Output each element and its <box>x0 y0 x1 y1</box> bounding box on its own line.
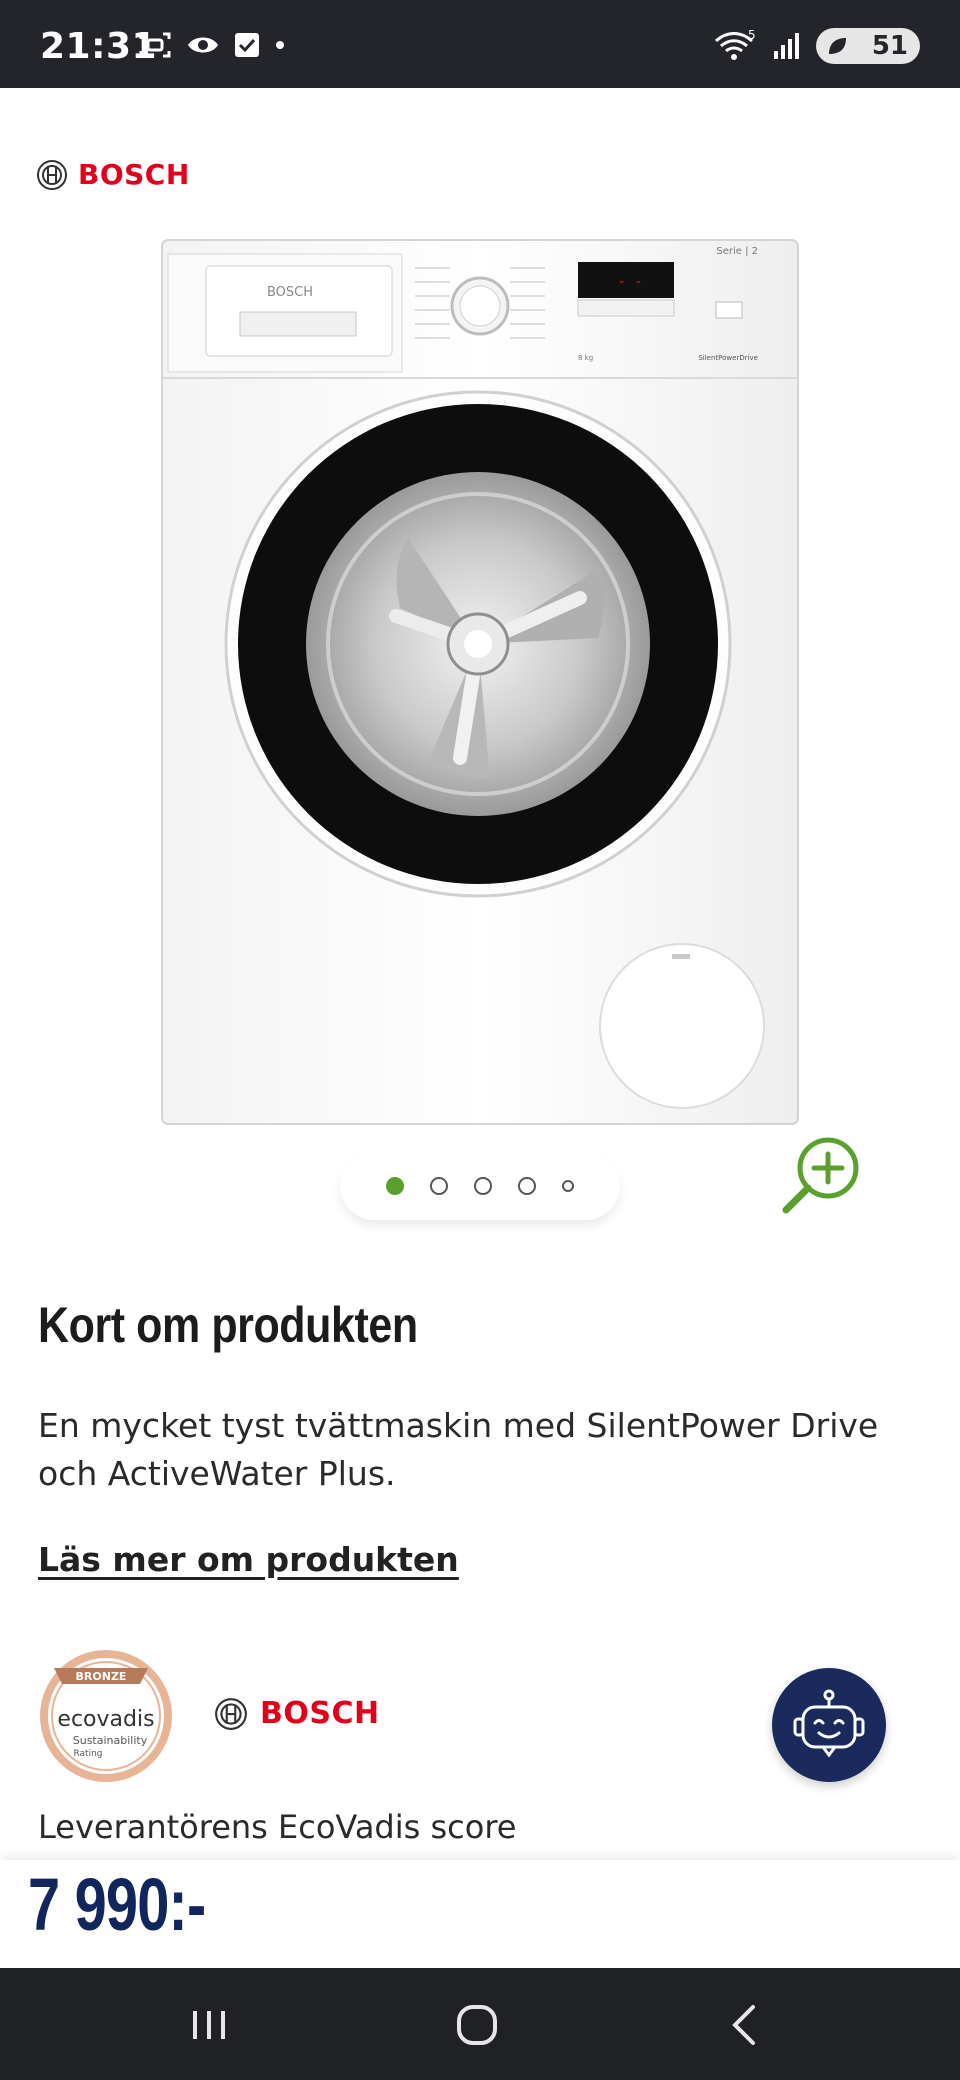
ecovadis-label: Leverantörens EcoVadis score <box>38 1808 517 1846</box>
assistant-button[interactable] <box>772 1668 886 1782</box>
ecovadis-sub2: Rating <box>73 1749 102 1759</box>
gallery-pagination <box>340 1152 620 1220</box>
supplier-name: BOSCH <box>260 1696 380 1731</box>
price: 7 990:- <box>28 1863 206 1946</box>
status-right-icons: 5 51 <box>712 28 920 64</box>
checkbox-icon <box>235 33 259 57</box>
home-button[interactable] <box>432 1990 522 2060</box>
supplier-logo: BOSCH <box>214 1696 380 1731</box>
drawer-brand: BOSCH <box>267 285 313 300</box>
wifi-icon: 5 <box>714 29 756 60</box>
gallery-dot-5[interactable] <box>562 1180 574 1192</box>
gallery-dot-3[interactable] <box>474 1177 492 1195</box>
section-title: Kort om produkten <box>38 1297 418 1353</box>
battery-level: 51 <box>871 31 908 61</box>
product-image[interactable]: BOSCH - - Serie | 2 SilentPowerDrive 8 k… <box>160 238 800 1126</box>
home-icon <box>457 2005 497 2045</box>
drive-label: SilentPowerDrive <box>698 354 758 362</box>
brand-name: BOSCH <box>78 158 190 191</box>
brand-logo[interactable]: BOSCH <box>36 158 190 191</box>
dot-icon <box>276 41 284 49</box>
gallery-dot-4[interactable] <box>518 1177 536 1195</box>
wifi-label: 5 <box>748 29 756 42</box>
status-left-icons <box>138 30 286 60</box>
ecovadis-sub1: Sustainability <box>73 1734 148 1747</box>
back-icon <box>732 2005 755 2045</box>
back-button[interactable] <box>700 1990 790 2060</box>
navigation-bar <box>0 1968 960 2080</box>
bosch-armature-icon <box>37 159 67 190</box>
recents-icon <box>193 2011 225 2039</box>
ecovadis-level: BRONZE <box>76 1670 127 1683</box>
capacity-label: 8 kg <box>578 354 593 362</box>
battery-indicator: 51 <box>816 28 920 64</box>
ecovadis-name: ecovadis <box>57 1707 154 1732</box>
ecovadis-badge[interactable]: BRONZE ecovadis Sustainability Rating <box>36 1646 176 1786</box>
screenshot-icon <box>139 32 171 58</box>
eye-icon <box>188 37 218 53</box>
zoom-in-icon[interactable] <box>776 1130 866 1220</box>
chatbot-icon <box>793 1689 865 1758</box>
gallery-dot-1[interactable] <box>386 1177 404 1195</box>
signal-icon <box>774 33 799 59</box>
read-more-link[interactable]: Läs mer om produkten <box>38 1540 459 1579</box>
status-bar: 21:31 5 51 <box>0 0 960 88</box>
serie-label: Serie | 2 <box>716 246 758 257</box>
gallery-dot-2[interactable] <box>430 1177 448 1195</box>
svg-text:- -: - - <box>617 274 642 290</box>
leaf-icon <box>829 38 846 54</box>
product-description: En mycket tyst tvättmaskin med SilentPow… <box>38 1406 879 1493</box>
recents-button[interactable] <box>164 1990 254 2060</box>
bosch-armature-icon <box>215 1697 247 1730</box>
